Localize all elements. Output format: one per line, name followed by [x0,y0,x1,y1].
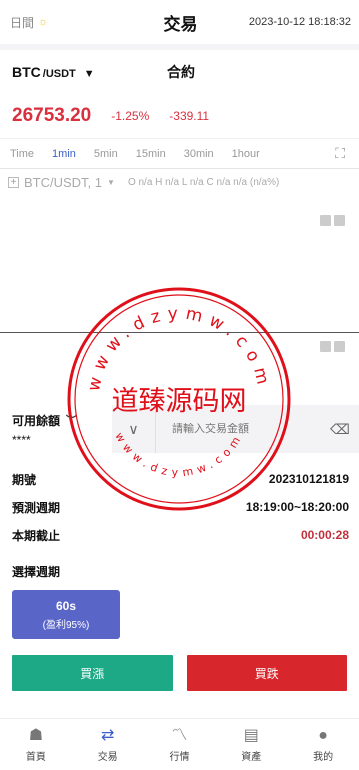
main-pane-controls [320,215,345,226]
tab-label: 行情 [169,751,190,763]
balance-label: 可用餘額 [12,413,61,428]
trade-actions: 買漲 買跌 [0,639,359,691]
tab-trade[interactable]: ⇄ 交易 [72,719,144,770]
profile-icon: ● [318,726,328,744]
pair-quote: /USDT [42,68,76,80]
buy-down-button[interactable]: 買跌 [186,655,347,691]
select-period-label: 選擇週期 [12,565,61,579]
backspace-icon[interactable]: ⌫ [321,421,359,438]
period-number: 202310121819 [268,472,349,486]
period-duration: 60s [55,598,77,613]
chevron-down-icon[interactable]: ∨ [112,405,156,453]
day-mode-toggle[interactable]: 日間 ☼ [10,14,120,31]
price-bar: 26753.20 -1.25% -339.11 [0,94,359,138]
change-percent: -1.25% [111,109,150,123]
interval-tab-1min[interactable]: 1min [52,148,76,160]
buy-up-button[interactable]: 買漲 [12,655,173,691]
bottom-nav: ☗ 首頁 ⇄ 交易 〽 行情 ▤ 資產 ● 我的 [0,718,359,770]
trade-icon: ⇄ [100,726,115,744]
chart-legend: + BTC/USDT, 1 ▼ O n/a H n/a L n/a C n/a … [8,175,279,190]
interval-tab-15min[interactable]: 15min [136,148,166,160]
expand-legend-icon[interactable]: + [8,177,19,188]
tab-label: 首頁 [25,751,46,763]
deadline-label: 本期截止 [12,528,61,543]
balance-block: 可用餘額 ︶ **** [12,412,112,447]
trade-row: 可用餘額 ︶ **** ∨ ⌫ [0,405,359,453]
page-title: 交易 [163,14,198,34]
market-icon: 〽 [171,726,188,744]
countdown: 00:00:28 [300,528,349,542]
subpane-down-icon[interactable] [320,341,331,352]
tab-market[interactable]: 〽 行情 [144,719,216,770]
interval-tab-1hour[interactable]: 1hour [232,148,260,160]
period-profit: (盈利95%) [42,619,90,631]
chart-ohlc: O n/a H n/a L n/a C n/a n/a (n/a%) [127,177,280,188]
predict-row: 預測週期 18:19:00~18:20:00 [12,493,349,521]
pane-down-icon[interactable] [320,215,331,226]
price-chart[interactable]: + BTC/USDT, 1 ▼ O n/a H n/a L n/a C n/a … [0,168,359,395]
balance-value: **** [12,432,31,447]
caret-down-icon: ▼ [83,68,95,80]
tab-label: 交易 [97,751,118,763]
last-price: 26753.20 [12,105,92,126]
pair-base: BTC [12,64,41,80]
fullscreen-icon[interactable]: ⛶ [335,145,345,162]
top-bar: 日間 ☼ 交易 2023-10-12 18:18:32 [0,0,359,44]
sun-icon: ☼ [38,16,49,28]
amount-box: ∨ ⌫ [112,405,359,453]
interval-tab-30min[interactable]: 30min [184,148,214,160]
sub-pane-controls [320,341,345,352]
deadline-row: 本期截止 00:00:28 [12,521,349,549]
pane-divider[interactable] [0,332,359,333]
datetime-display: 2023-10-12 18:18:32 [248,16,351,28]
eye-closed-icon[interactable]: ︶ [66,412,77,428]
pane-up-icon[interactable] [334,215,345,226]
pair-selector[interactable]: BTC /USDT ▼ [12,64,167,80]
period-label: 期號 [12,472,37,487]
chart-symbol: BTC/USDT, 1 [24,175,103,190]
interval-tab-5min[interactable]: 5min [94,148,118,160]
home-icon: ☗ [28,726,44,744]
predict-range: 18:19:00~18:20:00 [245,500,349,514]
contract-label: 合約 [167,64,195,80]
tab-assets[interactable]: ▤ 資產 [215,719,287,770]
tab-profile[interactable]: ● 我的 [287,719,359,770]
tab-label: 資產 [241,751,262,763]
subpane-up-icon[interactable] [334,341,345,352]
tab-label: 我的 [313,751,334,763]
tab-home[interactable]: ☗ 首頁 [0,719,72,770]
period-info: 期號 202310121819 預測週期 18:19:00~18:20:00 本… [0,453,359,549]
day-mode-label: 日間 [10,15,35,30]
predict-label: 預測週期 [12,500,61,515]
change-amount: -339.11 [169,109,210,123]
interval-tabs: Time 1min 5min 15min 30min 1hour ⛶ [0,138,359,168]
period-option-60s[interactable]: 60s (盈利95%) [12,590,120,639]
period-row: 期號 202310121819 [12,465,349,493]
period-select: 選擇週期 60s (盈利95%) [0,549,359,639]
assets-icon: ▤ [243,726,259,744]
amount-input[interactable] [156,423,321,435]
interval-tab-time[interactable]: Time [10,148,34,160]
pair-bar: BTC /USDT ▼ 合約 [0,50,359,94]
symbol-caret-icon[interactable]: ▼ [107,178,115,187]
